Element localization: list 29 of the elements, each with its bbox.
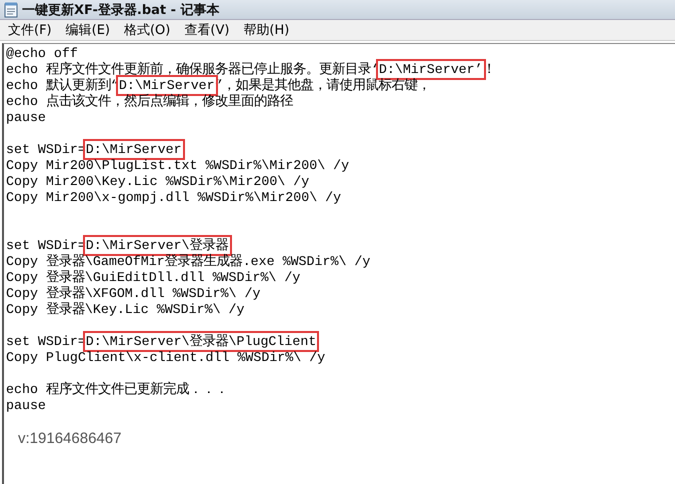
code-line: @echo off [6,46,79,62]
code-line: Copy 登录器\Key.Lic %WSDir%\ /y [6,302,246,318]
code-text: ！ [482,62,496,77]
menu-item[interactable]: 查看(V) [178,20,236,40]
code-line: echo 程序文件文件已更新完成．．． [6,382,229,398]
code-line: Copy Mir200\PlugList.txt %WSDir%\Mir200\ /y [6,158,350,174]
highlighted-text: D:\MirServer [86,142,182,157]
code-line: Copy 登录器\GameOfMir登录器生成器.exe %WSDir%\ /y [6,254,372,270]
menu-item[interactable]: 帮助(H) [237,20,296,40]
code-line: Copy PlugClient\x-client.dll %WSDir%\ /y [6,350,326,366]
highlighted-text: D:\MirServer’ [378,62,483,77]
code-line: echo 点击该文件，然后点编辑，修改里面的路径 [6,94,294,110]
code-line: pause [6,110,47,126]
code-line: pause [6,398,47,414]
code-line: Copy 登录器\XFGOM.dll %WSDir%\ /y [6,286,262,302]
code-line: Copy 登录器\GuiEditDll.dll %WSDir%\ /y [6,270,302,286]
menu-item[interactable]: 格式(O) [118,20,176,40]
caption-text: v:19164686467 [18,430,122,447]
menu-item[interactable]: 编辑(E) [60,20,116,40]
code-text: echo 程序文件文件更新前，确保服务器已停止服务。更新目录‘ [6,62,379,77]
code-line: Copy Mir200\x-gompj.dll %WSDir%\Mir200\ /y [6,190,342,206]
notepad-icon [4,2,18,18]
highlighted-text: D:\MirServer\登录器\PlugClient [86,334,316,349]
code-line: Copy Mir200\Key.Lic %WSDir%\Mir200\ /y [6,174,310,190]
window-title: 一键更新XF-登录器.bat - 记事本 [22,2,220,18]
highlighted-text: D:\MirServer\登录器 [86,238,229,253]
text-editor[interactable] [2,43,675,484]
menu-item[interactable]: 文件(F) [2,20,58,40]
highlighted-text: D:\MirServer [118,78,215,93]
